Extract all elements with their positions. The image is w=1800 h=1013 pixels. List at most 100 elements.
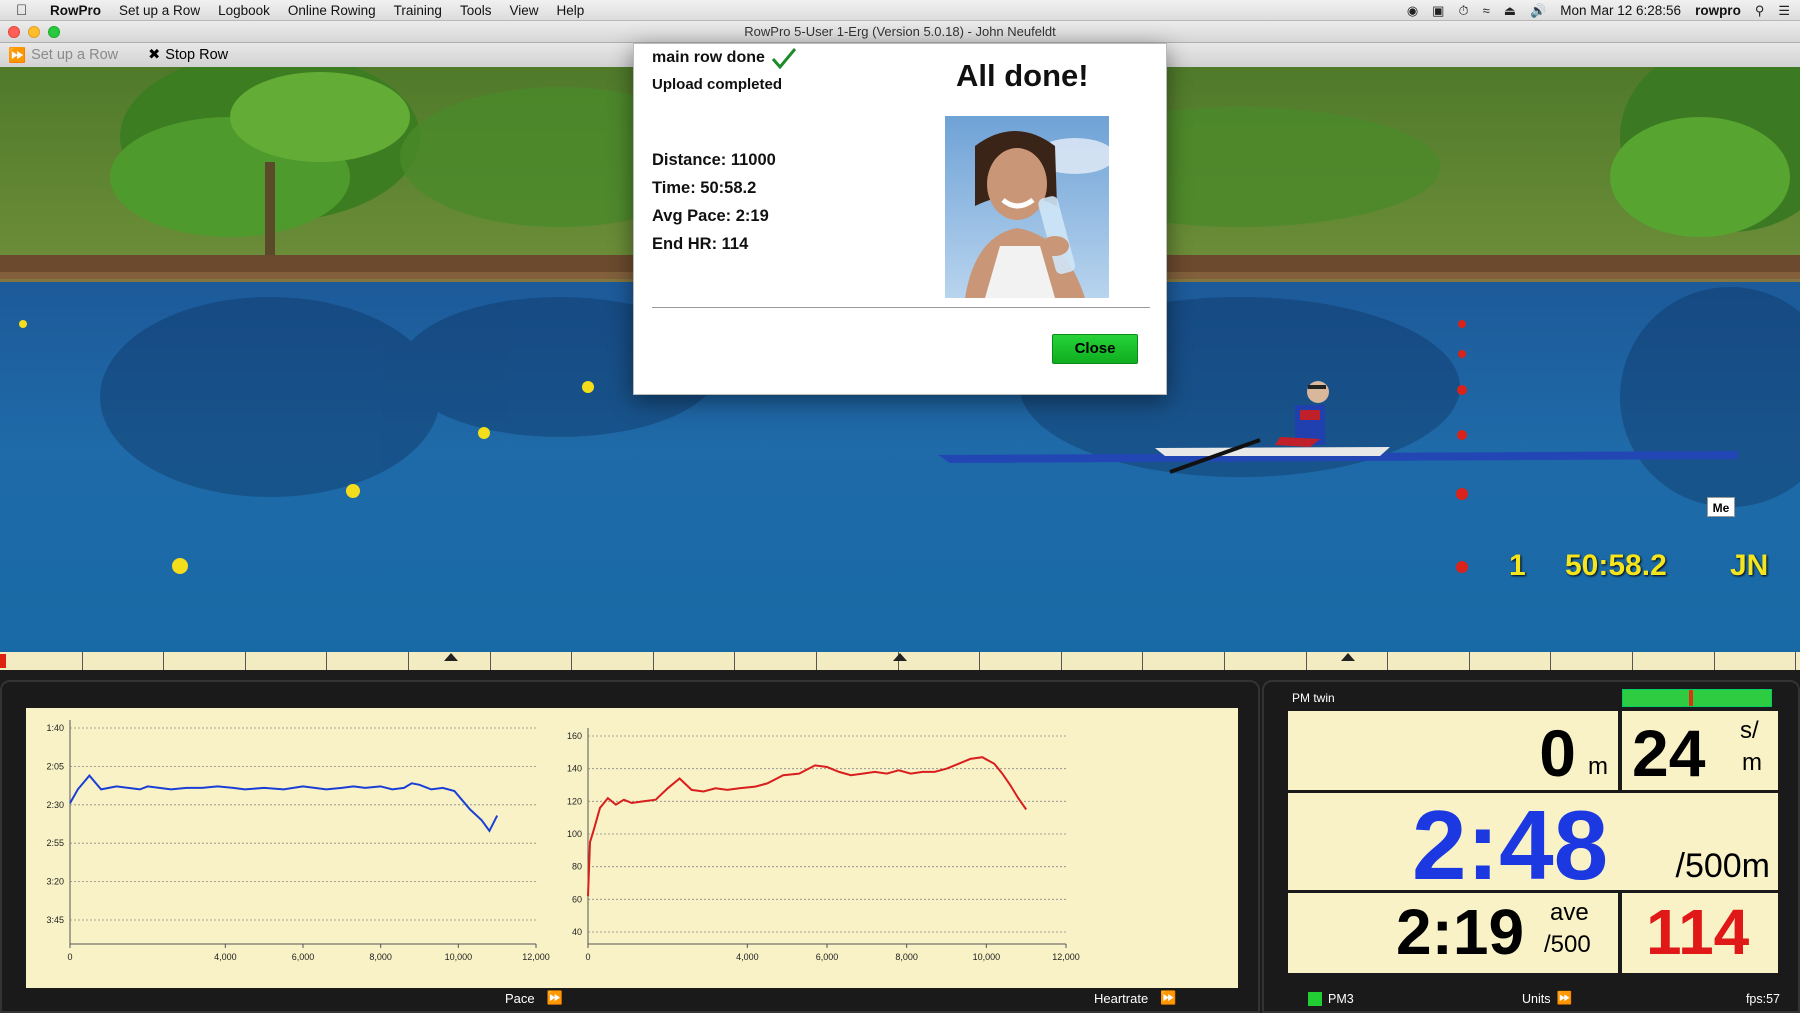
heartrate-x-tick-label: 12,000 <box>1052 952 1080 962</box>
heartrate-y-tick-label: 100 <box>567 829 582 839</box>
dialog-title: All done! <box>956 58 1089 93</box>
spotlight-icon[interactable]: ⚲ <box>1755 3 1765 19</box>
progress-tick <box>1632 652 1633 670</box>
progress-tick <box>1305 652 1307 670</box>
pace-unit: /500m <box>1675 847 1771 885</box>
progress-tick <box>1224 652 1225 670</box>
menu-training[interactable]: Training <box>394 3 442 18</box>
volume-icon[interactable]: 🔊 <box>1530 3 1546 19</box>
pm-twin-panel: PM twin 0 m 24 s/ m 2:48 /500m 2:19 ave … <box>1262 680 1800 1013</box>
upload-status: Upload completed <box>652 76 783 93</box>
row-complete-dialog: main row done Upload completed All done!… <box>633 43 1167 395</box>
menu-rowpro[interactable]: RowPro <box>50 3 101 18</box>
heartrate-y-tick-label: 160 <box>567 731 582 741</box>
dialog-separator <box>652 307 1150 308</box>
progress-tick <box>81 652 83 670</box>
heartrate-x-tick-label: 8,000 <box>895 952 918 962</box>
progress-tick <box>1060 652 1062 670</box>
close-window-button[interactable] <box>8 26 20 38</box>
menu-setup[interactable]: Set up a Row <box>119 3 200 18</box>
setup-row-label: Set up a Row <box>31 47 119 63</box>
hud-place: 1 <box>1509 549 1526 582</box>
units-label: Units <box>1522 991 1551 1006</box>
units-selector[interactable]: Units ⏩ <box>1522 991 1572 1006</box>
heartrate-series-line <box>587 756 1028 897</box>
progress-tick <box>1387 652 1389 670</box>
progress-tick <box>979 652 981 670</box>
progress-marker <box>0 654 6 668</box>
pace-x-tick-label: 8,000 <box>369 952 392 962</box>
menu-tools[interactable]: Tools <box>460 3 492 18</box>
workout-stats: Distance: 11000 Time: 50:58.2 Avg Pace: … <box>652 146 776 258</box>
progress-tick <box>244 652 246 670</box>
distance-cell: 0 m <box>1288 711 1618 790</box>
heartrate-graph-label: Heartrate <box>1094 990 1149 1006</box>
progress-tick <box>1468 652 1470 670</box>
app-status-icon[interactable]: ▣ <box>1432 3 1444 19</box>
eject-icon[interactable]: ⏏ <box>1504 3 1516 19</box>
graph-area: 1:40 2:05 2:30 2:55 3:20 3:45 0 4,000 6,000 8,000… <box>26 708 1238 988</box>
average-pace-value: 2:19 <box>1396 896 1525 968</box>
record-icon[interactable]: ◉ <box>1407 3 1418 19</box>
average-pace-unit-bottom: /500 <box>1544 931 1591 958</box>
apple-menu-icon[interactable]:  <box>16 2 38 19</box>
progress-tick <box>816 652 817 670</box>
pace-x-tick-label: 12,000 <box>522 952 550 962</box>
fast-forward-icon: ⏩ <box>1556 991 1573 1005</box>
distance-unit: m <box>1588 753 1608 780</box>
hud-elapsed-time: 50:58.2 <box>1565 549 1667 582</box>
progress-tick <box>652 652 654 670</box>
distance-value: 0 <box>1539 716 1576 790</box>
menu-view[interactable]: View <box>509 3 538 18</box>
progress-tick <box>1550 652 1552 670</box>
progress-tick <box>163 652 165 670</box>
heartrate-y-tick-label: 40 <box>572 927 582 937</box>
pace-graph-selector[interactable]: Pace ⏩ <box>505 990 563 1006</box>
me-tag: Me <box>1707 497 1735 517</box>
minimize-window-button[interactable] <box>28 26 40 38</box>
progress-tick <box>408 652 409 670</box>
pace-y-tick-label: 2:05 <box>46 761 64 771</box>
stat-avg-pace: Avg Pace: 2:19 <box>652 207 769 225</box>
heart-rate-value: 114 <box>1646 896 1750 968</box>
row-status-text: main row done <box>652 49 765 66</box>
menubar-user[interactable]: rowpro <box>1695 3 1741 18</box>
force-meter <box>1622 689 1772 707</box>
setup-row-button[interactable]: ⏩ Set up a Row <box>8 47 118 64</box>
menu-logbook[interactable]: Logbook <box>218 3 270 18</box>
menu-help[interactable]: Help <box>557 3 585 18</box>
stat-time: Time: 50:58.2 <box>652 179 757 197</box>
time-machine-icon[interactable]: ⏱ <box>1458 3 1468 19</box>
celebration-photo <box>945 116 1109 298</box>
notification-center-icon[interactable]: ☰ <box>1778 3 1790 19</box>
stop-circle-icon: ✖ <box>148 47 161 63</box>
graph-footer: Pace ⏩ Heartrate ⏩ <box>2 985 1258 1009</box>
pace-x-tick-label: 4,000 <box>214 952 237 962</box>
monitor-indicator: PM3 <box>1308 992 1354 1006</box>
heartrate-graph-selector[interactable]: Heartrate ⏩ <box>1094 990 1176 1006</box>
wifi-icon[interactable]: ≈ <box>1483 3 1490 18</box>
stop-row-label: Stop Row <box>165 47 229 63</box>
heartrate-x-tick-label: 4,000 <box>736 952 759 962</box>
progress-tick <box>734 652 736 670</box>
stop-row-button[interactable]: ✖ Stop Row <box>148 47 228 63</box>
average-pace-cell: 2:19 ave /500 <box>1288 893 1618 973</box>
fps-readout: fps:57 <box>1745 992 1780 1006</box>
pm-twin-header: PM twin <box>1292 691 1335 705</box>
race-progress-strip <box>0 652 1800 670</box>
force-meter-needle <box>1688 690 1693 706</box>
progress-triangle-1 <box>444 653 458 661</box>
close-button[interactable]: Close <box>1052 334 1138 364</box>
window-titlebar: RowPro 5-User 1-Erg (Version 5.0.18) - J… <box>0 21 1800 43</box>
checkmark-icon <box>771 48 797 69</box>
zoom-window-button[interactable] <box>48 26 60 38</box>
progress-tick <box>489 652 491 670</box>
menubar-clock[interactable]: Mon Mar 12 6:28:56 <box>1560 3 1681 18</box>
heart-rate-cell: 114 <box>1622 893 1778 973</box>
heartrate-y-tick-label: 60 <box>572 894 582 904</box>
menu-online-rowing[interactable]: Online Rowing <box>288 3 376 18</box>
pace-y-tick-label: 2:55 <box>46 838 64 848</box>
pace-series-line <box>69 774 499 833</box>
heartrate-x-tick-label: 0 <box>585 952 590 962</box>
pace-x-tick-label: 0 <box>67 952 72 962</box>
